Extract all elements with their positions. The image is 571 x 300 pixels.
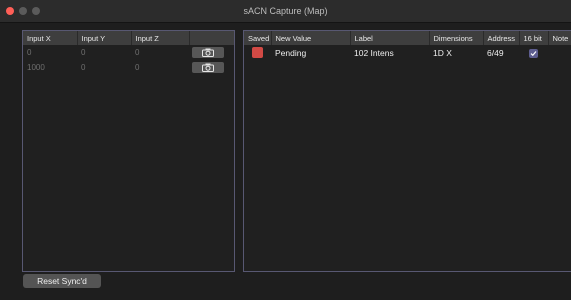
input-table-header: Input X Input Y Input Z: [23, 31, 234, 45]
input-x-cell[interactable]: 0: [23, 45, 77, 60]
input-table: Input X Input Y Input Z 0 0 0 1000 0 0: [23, 31, 234, 75]
column-header-dimensions[interactable]: Dimensions: [429, 31, 484, 45]
output-table: Saved New Value Label Dimensions Address…: [244, 31, 571, 60]
table-row[interactable]: 0 0 0: [23, 45, 234, 60]
new-value-cell[interactable]: Pending: [271, 45, 350, 60]
camera-icon: [202, 48, 214, 57]
saved-status-indicator[interactable]: [252, 47, 263, 59]
column-header-input-x[interactable]: Input X: [23, 31, 78, 45]
column-header-input-z[interactable]: Input Z: [131, 31, 190, 45]
column-header-new-value[interactable]: New Value: [271, 31, 351, 45]
window-title: sACN Capture (Map): [243, 6, 328, 16]
capture-button[interactable]: [192, 47, 224, 58]
column-header-label[interactable]: Label: [350, 31, 430, 45]
input-z-cell[interactable]: 0: [131, 60, 189, 75]
label-cell[interactable]: 102 Intens: [350, 45, 429, 60]
dimensions-cell[interactable]: 1D X: [429, 45, 483, 60]
column-header-note[interactable]: Note: [548, 31, 571, 45]
title-bar: sACN Capture (Map): [0, 0, 571, 23]
column-header-input-y[interactable]: Input Y: [77, 31, 132, 45]
input-z-cell[interactable]: 0: [131, 45, 189, 60]
output-table-panel: Saved New Value Label Dimensions Address…: [243, 30, 571, 272]
camera-icon: [202, 63, 214, 72]
input-table-panel: Input X Input Y Input Z 0 0 0 1000 0 0: [22, 30, 235, 272]
address-cell[interactable]: 6/49: [483, 45, 519, 60]
checkmark-icon: [530, 50, 537, 56]
reset-syncd-button[interactable]: Reset Sync'd: [23, 274, 101, 288]
column-header-saved[interactable]: Saved: [244, 31, 272, 45]
column-header-16-bit[interactable]: 16 bit: [519, 31, 549, 45]
column-header-action: [189, 31, 234, 45]
output-table-header: Saved New Value Label Dimensions Address…: [244, 31, 571, 45]
table-row[interactable]: 1000 0 0: [23, 60, 234, 75]
input-y-cell[interactable]: 0: [77, 45, 131, 60]
note-cell[interactable]: [548, 45, 571, 60]
table-row[interactable]: Pending 102 Intens 1D X 6/49: [244, 45, 571, 60]
sixteen-bit-checkbox[interactable]: [529, 48, 538, 58]
capture-button[interactable]: [192, 62, 224, 73]
input-y-cell[interactable]: 0: [77, 60, 131, 75]
input-x-cell[interactable]: 1000: [23, 60, 77, 75]
column-header-address[interactable]: Address: [483, 31, 520, 45]
